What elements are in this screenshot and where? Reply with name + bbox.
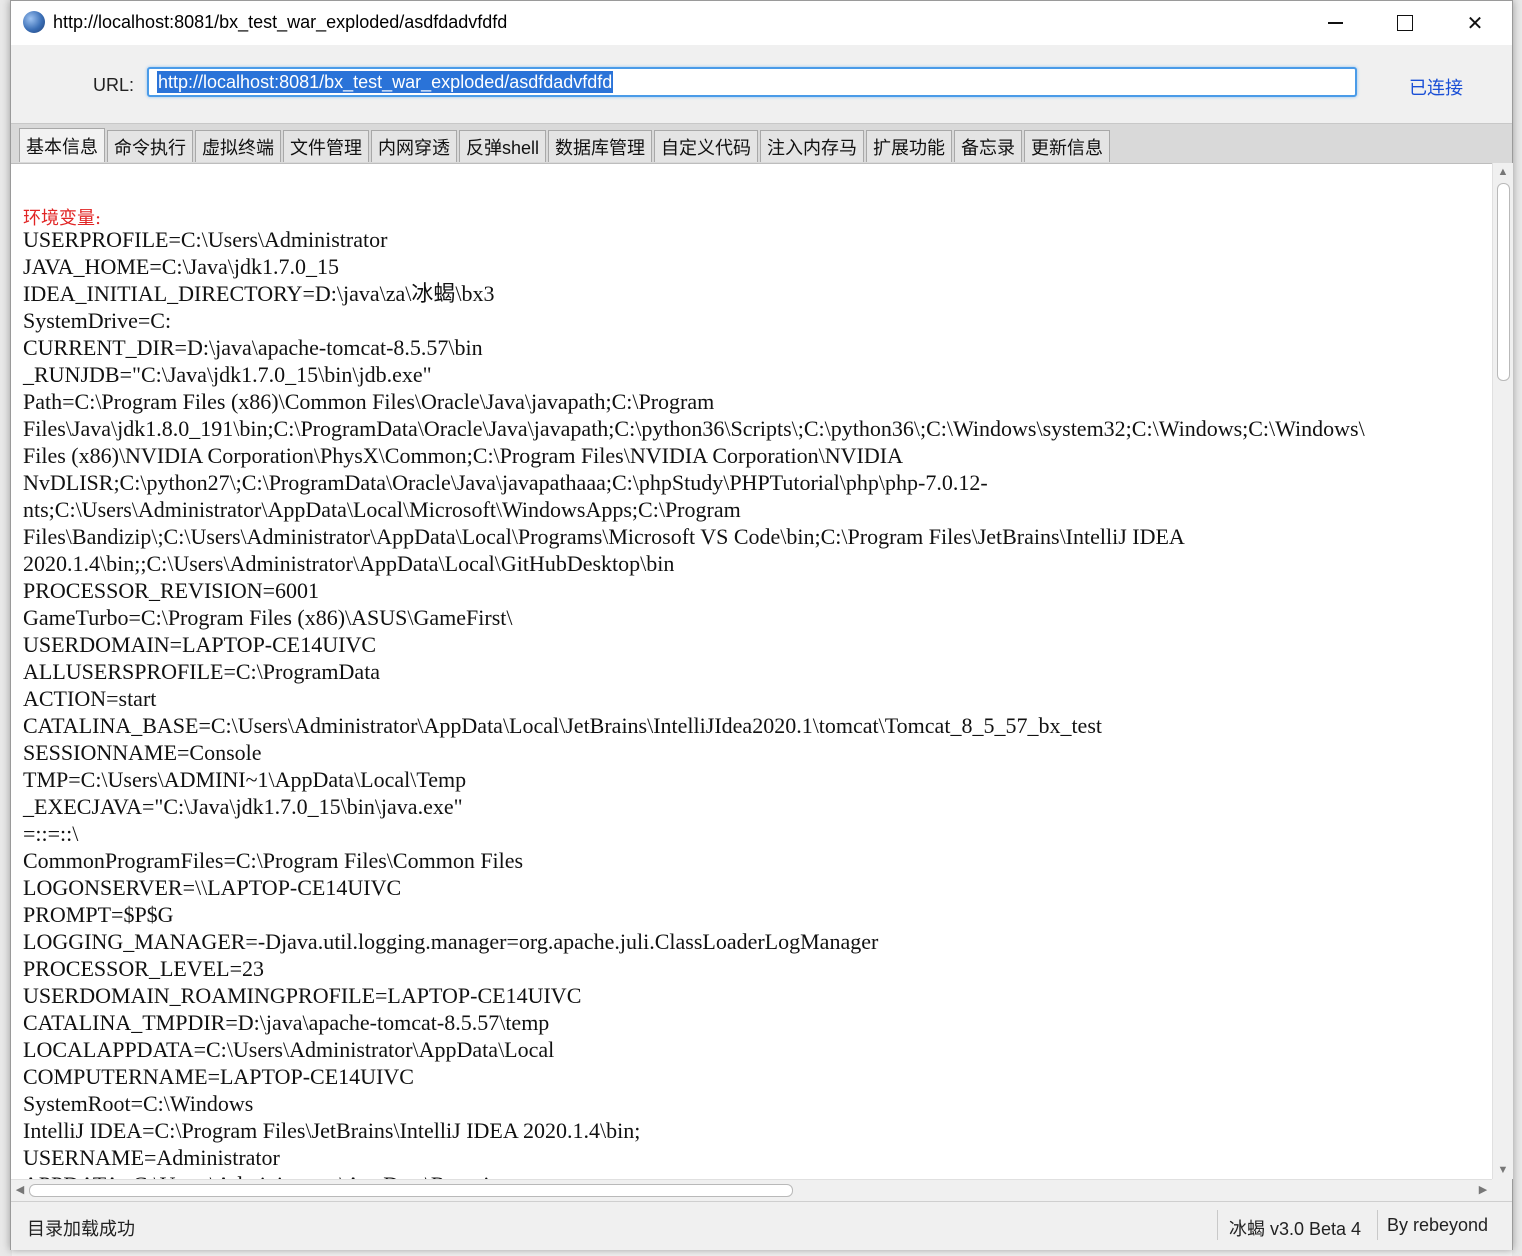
status-divider (1377, 1210, 1378, 1240)
vertical-scroll-thumb[interactable] (1497, 183, 1510, 381)
tab-list: 基本信息 命令执行 虚拟终端 文件管理 内网穿透 反弹shell 数据库管理 自定义代码 注入内… (19, 128, 1111, 162)
status-divider (1217, 1210, 1218, 1240)
url-input-value: http://localhost:8081/bx_test_war_explod… (157, 71, 614, 93)
close-button[interactable]: ✕ (1441, 1, 1509, 45)
env-line: Path=C:\Program Files (x86)\Common Files… (23, 389, 715, 414)
env-line: nts;C:\Users\Administrator\AppData\Local… (23, 497, 741, 522)
status-message: 目录加载成功 (27, 1219, 135, 1239)
env-line: CommonProgramFiles=C:\Program Files\Comm… (23, 848, 524, 873)
url-bar: URL: http://localhost:8081/bx_test_war_e… (11, 45, 1512, 123)
env-line: IDEA_INITIAL_DIRECTORY=D:\java\za\冰蝎\bx3 (23, 281, 495, 306)
env-line: Files\Java\jdk1.8.0_191\bin;C:\ProgramDa… (23, 416, 1365, 441)
tab-9[interactable]: 注入内存马 (760, 130, 865, 162)
minimize-button[interactable] (1301, 1, 1369, 45)
tab-1[interactable]: 基本信息 (19, 128, 105, 162)
env-line: GameTurbo=C:\Program Files (x86)\ASUS\Ga… (23, 605, 513, 630)
window-title: http://localhost:8081/bx_test_war_explod… (53, 12, 508, 32)
env-line: CURRENT_DIR=D:\java\apache-tomcat-8.5.57… (23, 335, 483, 360)
env-line: _RUNJDB="C:\Java\jdk1.7.0_15\bin\jdb.exe… (23, 362, 432, 387)
env-line: PROCESSOR_LEVEL=23 (23, 956, 264, 981)
close-icon: ✕ (1466, 11, 1484, 35)
url-input[interactable]: http://localhost:8081/bx_test_war_explod… (147, 67, 1357, 97)
tab-5[interactable]: 内网穿透 (371, 130, 457, 162)
env-line: USERPROFILE=C:\Users\Administrator (23, 227, 388, 252)
env-line: SESSIONNAME=Console (23, 740, 262, 765)
env-line: 2020.1.4\bin;;C:\Users\Administrator\App… (23, 551, 675, 576)
app-window: http://localhost:8081/bx_test_war_explod… (10, 0, 1513, 1250)
env-line: COMPUTERNAME=LAPTOP-CE14UIVC (23, 1064, 414, 1089)
horizontal-scrollbar[interactable]: ◀ ▶ (11, 1179, 1492, 1200)
env-line: IntelliJ IDEA=C:\Program Files\JetBrains… (23, 1118, 641, 1143)
tab-8[interactable]: 自定义代码 (654, 130, 759, 162)
version-label: 冰蝎 v3.0 Beta 4 (1229, 1219, 1362, 1239)
env-line: SystemDrive=C: (23, 308, 172, 333)
tab-bar: 基本信息 命令执行 虚拟终端 文件管理 内网穿透 反弹shell 数据库管理 自定义代码 注入内… (11, 123, 1512, 164)
horizontal-scroll-thumb[interactable] (29, 1184, 793, 1197)
env-line: =::=::\ (23, 821, 79, 846)
tab-11[interactable]: 备忘录 (954, 130, 1023, 162)
env-variable-list: USERPROFILE=C:\Users\Administrator JAVA_H… (23, 226, 1492, 1180)
env-line: CATALINA_TMPDIR=D:\java\apache-tomcat-8.… (23, 1010, 550, 1035)
env-line: JAVA_HOME=C:\Java\jdk1.7.0_15 (23, 254, 339, 279)
maximize-button[interactable] (1371, 1, 1439, 45)
scroll-left-icon[interactable]: ◀ (11, 1180, 29, 1200)
tab-3[interactable]: 虚拟终端 (195, 130, 281, 162)
env-line: _EXECJAVA="C:\Java\jdk1.7.0_15\bin\java.… (23, 794, 463, 819)
env-info-panel[interactable]: 环境变量: USERPROFILE=C:\Users\Administrator… (11, 163, 1492, 1180)
tab-2[interactable]: 命令执行 (107, 130, 193, 162)
connection-status: 已连接 (1409, 78, 1463, 98)
scroll-up-icon[interactable]: ▲ (1493, 163, 1513, 181)
title-bar: http://localhost:8081/bx_test_war_explod… (11, 1, 1512, 45)
env-line: USERDOMAIN=LAPTOP-CE14UIVC (23, 632, 377, 657)
env-line: LOGGING_MANAGER=-Djava.util.logging.mana… (23, 929, 879, 954)
env-line: USERDOMAIN_ROAMINGPROFILE=LAPTOP-CE14UIV… (23, 983, 582, 1008)
tab-10[interactable]: 扩展功能 (866, 130, 953, 162)
url-label: URL: (93, 75, 135, 95)
status-bar: 目录加载成功 冰蝎 v3.0 Beta 4 By rebeyond (11, 1201, 1512, 1250)
env-line: LOGONSERVER=\\LAPTOP-CE14UIVC (23, 875, 402, 900)
tab-6[interactable]: 反弹shell (459, 130, 547, 162)
env-line: PROCESSOR_REVISION=6001 (23, 578, 320, 603)
env-line: SystemRoot=C:\Windows (23, 1091, 254, 1116)
background-window-edge-right (1512, 0, 1522, 1256)
env-line: TMP=C:\Users\ADMINI~1\AppData\Local\Temp (23, 767, 467, 792)
author-label: By rebeyond (1387, 1215, 1489, 1235)
vertical-scrollbar[interactable]: ▲ ▼ (1492, 163, 1513, 1179)
env-line: ALLUSERSPROFILE=C:\ProgramData (23, 659, 381, 684)
tab-4[interactable]: 文件管理 (283, 130, 369, 162)
env-line: USERNAME=Administrator (23, 1145, 280, 1170)
env-line: Files (x86)\NVIDIA Corporation\PhysX\Com… (23, 443, 903, 468)
env-line: NvDLISR;C:\python27\;C:\ProgramData\Orac… (23, 470, 988, 495)
env-line: Files\Bandizip\;C:\Users\Administrator\A… (23, 524, 1185, 549)
maximize-icon (1397, 15, 1413, 31)
env-line: LOCALAPPDATA=C:\Users\Administrator\AppD… (23, 1037, 555, 1062)
tab-7[interactable]: 数据库管理 (548, 130, 653, 162)
env-line: ACTION=start (23, 686, 157, 711)
scroll-right-icon[interactable]: ▶ (1474, 1180, 1492, 1200)
minimize-icon (1327, 22, 1343, 24)
env-line: PROMPT=$P$G (23, 902, 174, 927)
app-logo-icon (23, 11, 45, 33)
env-line: CATALINA_BASE=C:\Users\Administrator\App… (23, 713, 1102, 738)
scroll-down-icon[interactable]: ▼ (1493, 1161, 1513, 1179)
tab-12[interactable]: 更新信息 (1024, 130, 1111, 162)
